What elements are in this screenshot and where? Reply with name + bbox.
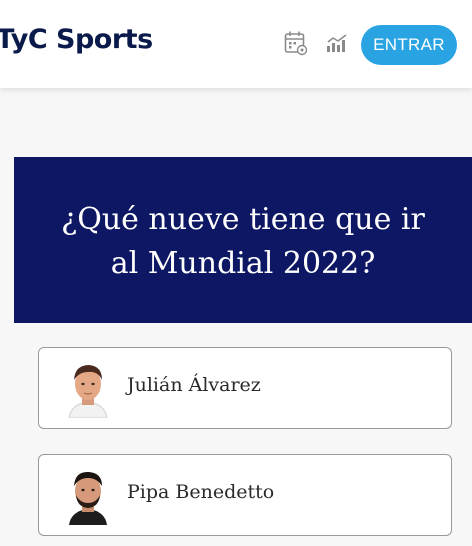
calendar-icon[interactable]	[284, 30, 308, 61]
question-title: ¿Qué nueve tiene que ir al Mundial 2022?	[61, 202, 425, 281]
tyc-sports-logo[interactable]: TyC Sports	[0, 24, 153, 55]
player-avatar	[65, 467, 111, 525]
site-header: TyC Sports ENTRAR	[0, 0, 472, 88]
login-button[interactable]: ENTRAR	[361, 25, 457, 65]
option-pipa-benedetto[interactable]: Pipa Benedetto	[38, 454, 452, 536]
option-label: Julián Álvarez	[127, 374, 261, 396]
option-julian-alvarez[interactable]: Julián Álvarez	[38, 347, 452, 429]
page: TyC Sports ENTRAR ¿Qué nueve tiene que i…	[0, 0, 472, 546]
question-banner: ¿Qué nueve tiene que ir al Mundial 2022?	[14, 157, 472, 323]
option-label: Pipa Benedetto	[127, 481, 275, 503]
player-avatar	[65, 360, 111, 419]
stats-icon[interactable]	[326, 33, 350, 58]
